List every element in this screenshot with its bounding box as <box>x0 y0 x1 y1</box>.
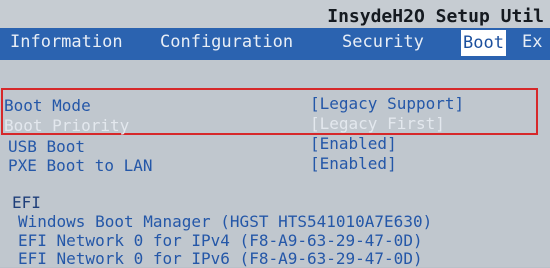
tab-security[interactable]: Security <box>342 32 424 52</box>
tab-information[interactable]: Information <box>10 32 123 52</box>
efi-entry-windows-boot-manager[interactable]: Windows Boot Manager (HGST HTS541010A7E6… <box>18 212 432 231</box>
tab-exit[interactable]: Ex <box>522 32 542 52</box>
usb-boot-value[interactable]: [Enabled] <box>310 134 397 153</box>
tab-configuration[interactable]: Configuration <box>160 32 293 52</box>
boot-priority-value[interactable]: [Legacy First] <box>310 114 445 133</box>
menu-bar: Information Configuration Security Boot … <box>0 28 550 60</box>
efi-entry-ipv4[interactable]: EFI Network 0 for IPv4 (F8-A9-63-29-47-0… <box>18 231 423 250</box>
usb-boot-label[interactable]: USB Boot <box>8 137 85 156</box>
efi-heading: EFI <box>12 193 41 212</box>
tab-boot[interactable]: Boot <box>461 30 506 56</box>
pxe-boot-label[interactable]: PXE Boot to LAN <box>8 156 153 175</box>
app-title: InsydeH2O Setup Util <box>327 6 544 27</box>
boot-mode-value[interactable]: [Legacy Support] <box>310 94 464 113</box>
boot-mode-label[interactable]: Boot Mode <box>4 96 91 115</box>
boot-priority-label[interactable]: Boot Priority <box>4 116 129 135</box>
pxe-boot-value[interactable]: [Enabled] <box>310 154 397 173</box>
title-bar: InsydeH2O Setup Util <box>0 0 550 28</box>
efi-entry-ipv6[interactable]: EFI Network 0 for IPv6 (F8-A9-63-29-47-0… <box>18 249 423 268</box>
